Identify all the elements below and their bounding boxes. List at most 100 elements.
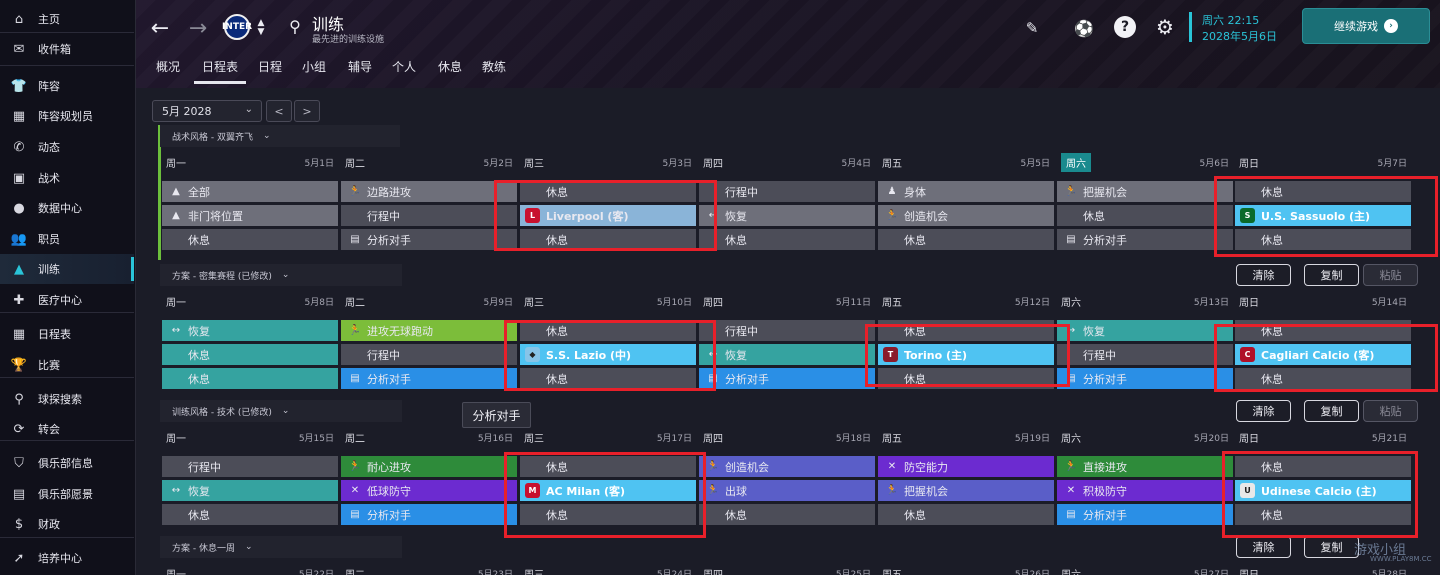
month-select[interactable]: 5月 2028 ⌄ (152, 100, 262, 122)
club-switch-icon[interactable]: ▲ ▼ (254, 14, 268, 42)
training-slot[interactable]: ↔ 恢复 (162, 320, 338, 341)
sidebar-item-12[interactable]: ⚲ 球探搜索 (0, 384, 134, 414)
tab-4[interactable]: 辅导 (348, 58, 372, 75)
clear-button[interactable]: 清除 (1236, 536, 1291, 558)
week-title-bar[interactable]: 训练风格 - 技术 (已修改) ⌄ (160, 400, 402, 422)
training-slot[interactable]: T Torino (主) (878, 344, 1054, 365)
sidebar-item-4[interactable]: ✆ 动态 (0, 132, 134, 162)
training-slot[interactable]: 🏃 边路进攻 (341, 181, 517, 202)
training-slot[interactable]: ✕ 防空能力 (878, 456, 1054, 477)
training-slot[interactable]: ◆ S.S. Lazio (中) (520, 344, 696, 365)
training-slot[interactable]: 休息 (520, 181, 696, 202)
training-slot[interactable]: 🏃 把握机会 (878, 480, 1054, 501)
help-icon[interactable]: ? (1114, 16, 1136, 38)
copy-button[interactable]: 复制 (1304, 264, 1359, 286)
sidebar-item-10[interactable]: ▦ 日程表 (0, 319, 134, 349)
sidebar-item-3[interactable]: ▦ 阵容规划员 (0, 101, 134, 131)
sidebar-item-16[interactable]: $ 财政 (0, 509, 134, 539)
training-slot[interactable]: ▲ 非门将位置 (162, 205, 338, 226)
training-slot[interactable]: S U.S. Sassuolo (主) (1235, 205, 1411, 226)
week-title-bar[interactable]: 方案 - 密集赛程 (已修改) ⌄ (160, 264, 402, 286)
forward-arrow-icon[interactable]: → (184, 14, 212, 42)
training-slot[interactable]: 休息 (699, 229, 875, 250)
training-slot[interactable]: 行程中 (1057, 344, 1233, 365)
training-slot[interactable]: ▤ 分析对手 (1057, 368, 1233, 389)
training-slot[interactable]: 休息 (878, 229, 1054, 250)
sidebar-item-14[interactable]: ⛉ 俱乐部信息 (0, 448, 134, 478)
sidebar-item-15[interactable]: ▤ 俱乐部愿景 (0, 479, 134, 509)
training-slot[interactable]: 休息 (162, 344, 338, 365)
sidebar-item-2[interactable]: 👕 阵容 (0, 71, 134, 101)
training-slot[interactable]: 🏃 创造机会 (878, 205, 1054, 226)
training-slot[interactable]: ▤ 分析对手 (1057, 504, 1233, 525)
sidebar-item-6[interactable]: ● 数据中心 (0, 193, 134, 223)
training-slot[interactable]: 🏃 进攻无球跑动 (341, 320, 517, 341)
football-icon[interactable]: ⚽ (1072, 16, 1096, 40)
sidebar-item-1[interactable]: ✉ 收件箱 (0, 34, 134, 64)
training-slot[interactable]: 休息 (162, 504, 338, 525)
training-slot[interactable]: 休息 (1235, 504, 1411, 525)
sidebar-item-11[interactable]: 🏆 比赛 (0, 350, 134, 380)
training-slot[interactable]: 休息 (520, 320, 696, 341)
week-title-bar[interactable]: 方案 - 休息一周 ⌄ (160, 536, 402, 558)
training-slot[interactable]: ▤ 分析对手 (341, 229, 517, 250)
training-slot[interactable]: 🏃 创造机会 (699, 456, 875, 477)
tab-7[interactable]: 教练 (482, 58, 506, 75)
tab-1[interactable]: 日程表 (193, 58, 247, 84)
training-slot[interactable]: 休息 (1235, 456, 1411, 477)
training-slot[interactable]: 🏃 耐心进攻 (341, 456, 517, 477)
training-slot[interactable]: 行程中 (341, 205, 517, 226)
prev-month-button[interactable]: < (266, 100, 292, 122)
training-slot[interactable]: ✕ 积极防守 (1057, 480, 1233, 501)
training-slot[interactable]: ▤ 分析对手 (1057, 229, 1233, 250)
training-slot[interactable]: 休息 (1235, 368, 1411, 389)
training-slot[interactable]: 休息 (520, 504, 696, 525)
copy-button[interactable]: 复制 (1304, 400, 1359, 422)
training-slot[interactable]: ♟ 身体 (878, 181, 1054, 202)
training-slot[interactable]: ▤ 分析对手 (341, 504, 517, 525)
training-slot[interactable]: 休息 (699, 504, 875, 525)
sidebar-item-9[interactable]: ✚ 医疗中心 (0, 285, 134, 315)
copy-button[interactable]: 复制 (1304, 536, 1359, 558)
training-slot[interactable]: 休息 (162, 368, 338, 389)
training-slot[interactable]: 休息 (878, 504, 1054, 525)
sidebar-item-0[interactable]: ⌂ 主页 (0, 4, 134, 34)
pencil-icon[interactable]: ✎ (1020, 16, 1044, 40)
training-slot[interactable]: 休息 (1057, 205, 1233, 226)
next-month-button[interactable]: > (294, 100, 320, 122)
sidebar-item-7[interactable]: 👥 职员 (0, 224, 134, 254)
training-slot[interactable]: 🏃 把握机会 (1057, 181, 1233, 202)
training-slot[interactable]: ▤ 分析对手 (699, 368, 875, 389)
gear-icon[interactable]: ⚙ (1152, 14, 1178, 40)
sidebar-item-5[interactable]: ▣ 战术 (0, 163, 134, 193)
training-slot[interactable]: L Liverpool (客) (520, 205, 696, 226)
training-slot[interactable]: ▤ 分析对手 (341, 368, 517, 389)
training-slot[interactable]: 休息 (1235, 320, 1411, 341)
week-title-bar[interactable]: 战术风格 - 双翼齐飞 ⌄ (160, 125, 400, 147)
tab-3[interactable]: 小组 (302, 58, 326, 75)
training-slot[interactable]: 休息 (520, 229, 696, 250)
sidebar-item-17[interactable]: ➚ 培养中心 (0, 543, 134, 573)
tab-6[interactable]: 休息 (438, 58, 462, 75)
training-slot[interactable]: ↔ 恢复 (699, 205, 875, 226)
training-slot[interactable]: ↔ 恢复 (699, 344, 875, 365)
back-arrow-icon[interactable]: ← (146, 14, 174, 42)
training-slot[interactable]: 休息 (878, 320, 1054, 341)
training-slot[interactable]: ✕ 低球防守 (341, 480, 517, 501)
training-slot[interactable]: U Udinese Calcio (主) (1235, 480, 1411, 501)
training-slot[interactable]: ↔ 恢复 (1057, 320, 1233, 341)
sidebar-item-13[interactable]: ⟳ 转会 (0, 414, 134, 444)
sidebar-item-8[interactable]: ▲ 训练 (0, 254, 134, 284)
training-slot[interactable]: 行程中 (162, 456, 338, 477)
training-slot[interactable]: 休息 (1235, 229, 1411, 250)
training-slot[interactable]: 行程中 (699, 181, 875, 202)
training-slot[interactable]: M AC Milan (客) (520, 480, 696, 501)
clear-button[interactable]: 清除 (1236, 264, 1291, 286)
training-slot[interactable]: 行程中 (699, 320, 875, 341)
club-badge[interactable]: INTER (222, 14, 252, 40)
training-slot[interactable]: 休息 (878, 368, 1054, 389)
training-slot[interactable]: 休息 (520, 456, 696, 477)
tab-0[interactable]: 概况 (156, 58, 180, 75)
training-slot[interactable]: 休息 (162, 229, 338, 250)
training-slot[interactable]: 休息 (1235, 181, 1411, 202)
